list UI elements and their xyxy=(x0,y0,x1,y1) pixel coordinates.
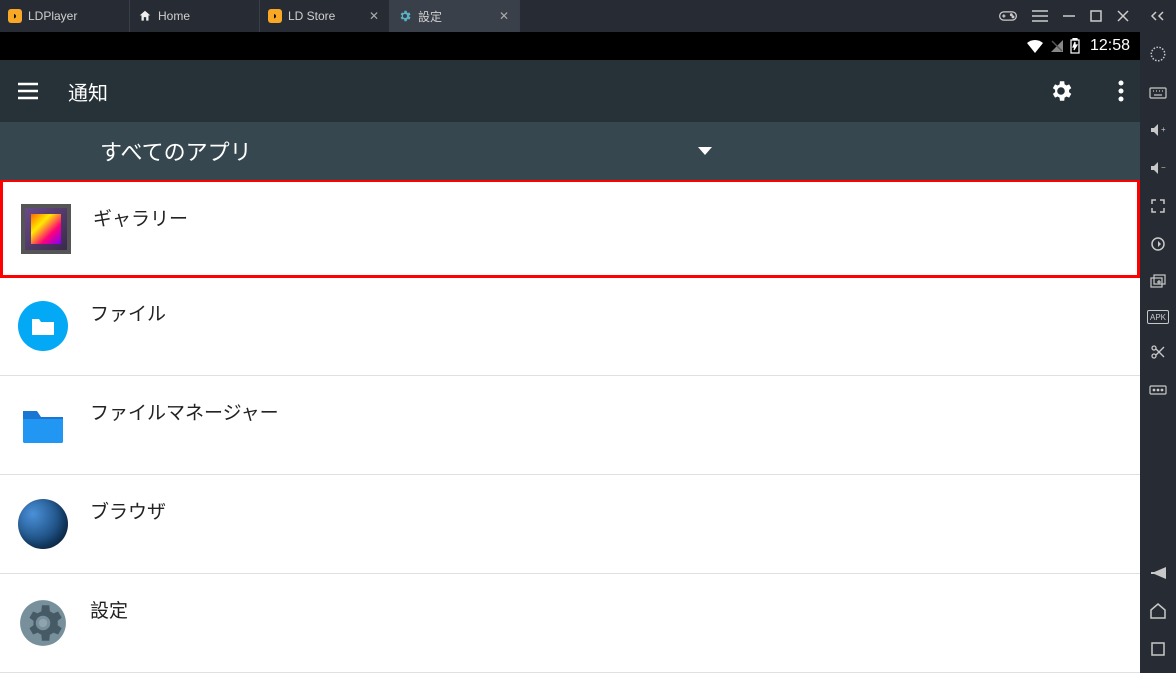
window-controls xyxy=(998,9,1176,23)
tab-label: LD Store xyxy=(288,9,335,23)
wifi-icon xyxy=(1026,39,1044,53)
maximize-icon[interactable] xyxy=(1090,10,1102,22)
close-window-icon[interactable] xyxy=(1116,9,1130,23)
tab-label: Home xyxy=(158,9,190,23)
app-label: ブラウザ xyxy=(90,497,166,524)
window-tabbar: ◗ LDPlayer Home ◗ LD Store ✕ 設定 ✕ xyxy=(0,0,1176,32)
multi-instance-icon[interactable] xyxy=(1148,272,1168,292)
collapse-sidebar-icon[interactable] xyxy=(1150,10,1164,22)
home-icon xyxy=(138,9,152,23)
volume-down-icon[interactable]: − xyxy=(1148,158,1168,178)
app-item-settings[interactable]: 設定 xyxy=(0,574,1140,673)
app-item-filemanager[interactable]: ファイルマネージャー xyxy=(0,376,1140,475)
tab-home[interactable]: Home xyxy=(130,0,260,32)
menu-icon[interactable] xyxy=(1032,9,1048,23)
hamburger-icon[interactable] xyxy=(16,81,40,101)
volume-up-icon[interactable]: + xyxy=(1148,120,1168,140)
android-screen: 12:58 通知 すべてのアプリ ギャラリー xyxy=(0,32,1140,673)
recents-icon[interactable] xyxy=(1148,639,1168,659)
app-label: ファイルマネージャー xyxy=(90,398,279,425)
files-icon xyxy=(18,301,68,351)
tab-ldplayer[interactable]: ◗ LDPlayer xyxy=(0,0,130,32)
apk-icon[interactable]: APK xyxy=(1147,310,1169,324)
more-icon[interactable] xyxy=(1148,380,1168,400)
app-label: ギャラリー xyxy=(93,204,188,231)
minimize-icon[interactable] xyxy=(1062,9,1076,23)
tab-ldstore[interactable]: ◗ LD Store ✕ xyxy=(260,0,390,32)
chevron-down-icon xyxy=(698,147,712,155)
tab-label: LDPlayer xyxy=(28,9,77,23)
signal-icon xyxy=(1050,39,1064,53)
battery-icon xyxy=(1070,38,1080,54)
emulator-sidebar: + − APK xyxy=(1140,32,1176,673)
overflow-menu-icon[interactable] xyxy=(1118,80,1124,102)
android-home-icon[interactable] xyxy=(1148,601,1168,621)
back-icon[interactable] xyxy=(1148,563,1168,583)
android-statusbar: 12:58 xyxy=(0,32,1140,60)
svg-text:+: + xyxy=(1161,125,1166,134)
fullscreen-icon[interactable] xyxy=(1148,196,1168,216)
app-label: ファイル xyxy=(90,299,166,326)
ldstore-icon: ◗ xyxy=(268,9,282,23)
ldplayer-icon: ◗ xyxy=(8,9,22,23)
close-icon[interactable]: ✕ xyxy=(499,9,509,23)
appbar-title: 通知 xyxy=(68,77,1020,106)
settings-gear-icon xyxy=(18,598,68,648)
folder-icon xyxy=(18,400,68,450)
scissors-icon[interactable] xyxy=(1148,342,1168,362)
app-item-gallery[interactable]: ギャラリー xyxy=(0,180,1140,278)
app-label: 設定 xyxy=(90,596,128,623)
gamepad-icon[interactable] xyxy=(998,9,1018,23)
tab-label: 設定 xyxy=(418,8,442,25)
close-icon[interactable]: ✕ xyxy=(369,9,379,23)
status-time: 12:58 xyxy=(1090,37,1130,55)
appbar: 通知 xyxy=(0,60,1140,122)
gallery-icon xyxy=(21,204,71,254)
app-item-files[interactable]: ファイル xyxy=(0,277,1140,376)
appbar-settings-icon[interactable] xyxy=(1048,78,1074,104)
app-filter-dropdown[interactable]: すべてのアプリ xyxy=(0,122,1140,180)
tab-settings[interactable]: 設定 ✕ xyxy=(390,0,520,32)
app-item-browser[interactable]: ブラウザ xyxy=(0,475,1140,574)
keyboard-icon[interactable] xyxy=(1148,82,1168,102)
dropdown-label: すべてのアプリ xyxy=(100,135,252,167)
gear-icon xyxy=(398,9,412,23)
svg-text:−: − xyxy=(1161,163,1166,172)
globe-icon xyxy=(18,499,68,549)
sidebar-settings-icon[interactable] xyxy=(1148,44,1168,64)
app-list: ギャラリー ファイル ファイルマネージャー ブラウザ xyxy=(0,180,1140,673)
sync-icon[interactable] xyxy=(1148,234,1168,254)
